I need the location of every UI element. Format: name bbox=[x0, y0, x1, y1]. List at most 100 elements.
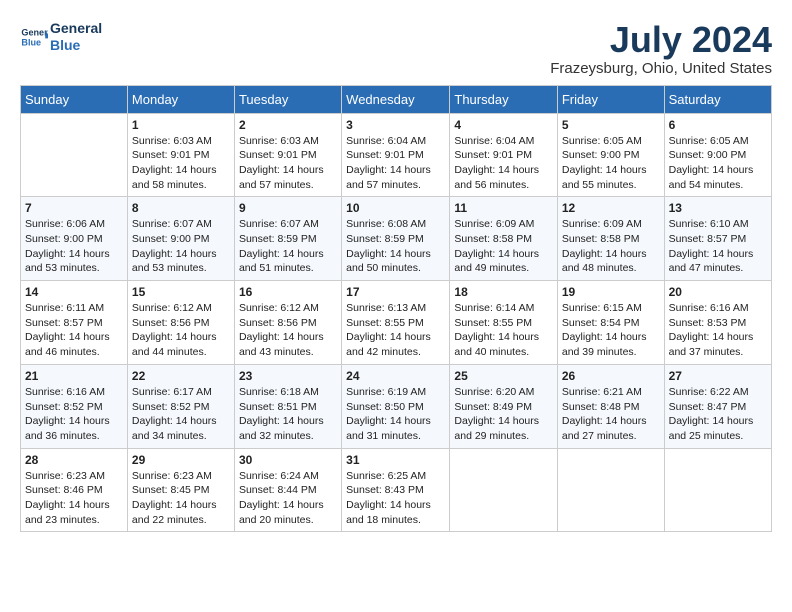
sunset-text: Sunset: 8:44 PM bbox=[239, 484, 317, 496]
calendar-day-header: Saturday bbox=[664, 85, 771, 113]
calendar-cell: 26 Sunrise: 6:21 AM Sunset: 8:48 PM Dayl… bbox=[557, 364, 664, 448]
day-info: Sunrise: 6:12 AM Sunset: 8:56 PM Dayligh… bbox=[239, 301, 337, 360]
calendar-day-header: Tuesday bbox=[234, 85, 341, 113]
calendar-cell: 10 Sunrise: 6:08 AM Sunset: 8:59 PM Dayl… bbox=[342, 197, 450, 281]
calendar-day-header: Wednesday bbox=[342, 85, 450, 113]
daylight-text: Daylight: 14 hours and 18 minutes. bbox=[346, 499, 431, 526]
calendar-cell: 14 Sunrise: 6:11 AM Sunset: 8:57 PM Dayl… bbox=[21, 281, 128, 365]
calendar-table: SundayMondayTuesdayWednesdayThursdayFrid… bbox=[20, 85, 772, 533]
calendar-cell: 4 Sunrise: 6:04 AM Sunset: 9:01 PM Dayli… bbox=[450, 113, 557, 197]
calendar-cell: 6 Sunrise: 6:05 AM Sunset: 9:00 PM Dayli… bbox=[664, 113, 771, 197]
sunrise-text: Sunrise: 6:18 AM bbox=[239, 386, 319, 398]
sunset-text: Sunset: 8:49 PM bbox=[454, 401, 532, 413]
calendar-cell: 13 Sunrise: 6:10 AM Sunset: 8:57 PM Dayl… bbox=[664, 197, 771, 281]
day-number: 16 bbox=[239, 285, 337, 299]
day-info: Sunrise: 6:20 AM Sunset: 8:49 PM Dayligh… bbox=[454, 385, 552, 444]
daylight-text: Daylight: 14 hours and 49 minutes. bbox=[454, 248, 539, 275]
sunset-text: Sunset: 8:52 PM bbox=[25, 401, 103, 413]
calendar-cell: 7 Sunrise: 6:06 AM Sunset: 9:00 PM Dayli… bbox=[21, 197, 128, 281]
day-info: Sunrise: 6:05 AM Sunset: 9:00 PM Dayligh… bbox=[669, 134, 767, 193]
calendar-cell: 8 Sunrise: 6:07 AM Sunset: 9:00 PM Dayli… bbox=[127, 197, 234, 281]
daylight-text: Daylight: 14 hours and 53 minutes. bbox=[132, 248, 217, 275]
calendar-week-row: 14 Sunrise: 6:11 AM Sunset: 8:57 PM Dayl… bbox=[21, 281, 772, 365]
daylight-text: Daylight: 14 hours and 22 minutes. bbox=[132, 499, 217, 526]
sunrise-text: Sunrise: 6:25 AM bbox=[346, 470, 426, 482]
day-info: Sunrise: 6:07 AM Sunset: 8:59 PM Dayligh… bbox=[239, 217, 337, 276]
sunset-text: Sunset: 8:47 PM bbox=[669, 401, 747, 413]
calendar-week-row: 7 Sunrise: 6:06 AM Sunset: 9:00 PM Dayli… bbox=[21, 197, 772, 281]
day-number: 21 bbox=[25, 369, 123, 383]
sunrise-text: Sunrise: 6:12 AM bbox=[239, 302, 319, 314]
sunset-text: Sunset: 8:58 PM bbox=[562, 233, 640, 245]
day-number: 14 bbox=[25, 285, 123, 299]
daylight-text: Daylight: 14 hours and 55 minutes. bbox=[562, 164, 647, 191]
day-number: 10 bbox=[346, 201, 445, 215]
day-info: Sunrise: 6:14 AM Sunset: 8:55 PM Dayligh… bbox=[454, 301, 552, 360]
daylight-text: Daylight: 14 hours and 43 minutes. bbox=[239, 331, 324, 358]
sunrise-text: Sunrise: 6:03 AM bbox=[239, 135, 319, 147]
sunset-text: Sunset: 9:00 PM bbox=[132, 233, 210, 245]
calendar-cell: 28 Sunrise: 6:23 AM Sunset: 8:46 PM Dayl… bbox=[21, 448, 128, 532]
sunrise-text: Sunrise: 6:24 AM bbox=[239, 470, 319, 482]
daylight-text: Daylight: 14 hours and 57 minutes. bbox=[346, 164, 431, 191]
sunrise-text: Sunrise: 6:23 AM bbox=[25, 470, 105, 482]
calendar-cell bbox=[21, 113, 128, 197]
day-info: Sunrise: 6:24 AM Sunset: 8:44 PM Dayligh… bbox=[239, 469, 337, 528]
sunset-text: Sunset: 9:01 PM bbox=[454, 149, 532, 161]
sunset-text: Sunset: 8:56 PM bbox=[132, 317, 210, 329]
day-info: Sunrise: 6:07 AM Sunset: 9:00 PM Dayligh… bbox=[132, 217, 230, 276]
sunrise-text: Sunrise: 6:17 AM bbox=[132, 386, 212, 398]
daylight-text: Daylight: 14 hours and 50 minutes. bbox=[346, 248, 431, 275]
sunrise-text: Sunrise: 6:07 AM bbox=[239, 218, 319, 230]
day-number: 31 bbox=[346, 453, 445, 467]
daylight-text: Daylight: 14 hours and 48 minutes. bbox=[562, 248, 647, 275]
calendar-cell: 16 Sunrise: 6:12 AM Sunset: 8:56 PM Dayl… bbox=[234, 281, 341, 365]
sunrise-text: Sunrise: 6:09 AM bbox=[454, 218, 534, 230]
day-info: Sunrise: 6:04 AM Sunset: 9:01 PM Dayligh… bbox=[346, 134, 445, 193]
calendar-cell bbox=[664, 448, 771, 532]
sunset-text: Sunset: 8:43 PM bbox=[346, 484, 424, 496]
day-number: 26 bbox=[562, 369, 660, 383]
daylight-text: Daylight: 14 hours and 31 minutes. bbox=[346, 415, 431, 442]
day-number: 2 bbox=[239, 118, 337, 132]
day-info: Sunrise: 6:05 AM Sunset: 9:00 PM Dayligh… bbox=[562, 134, 660, 193]
daylight-text: Daylight: 14 hours and 44 minutes. bbox=[132, 331, 217, 358]
sunrise-text: Sunrise: 6:08 AM bbox=[346, 218, 426, 230]
calendar-cell: 29 Sunrise: 6:23 AM Sunset: 8:45 PM Dayl… bbox=[127, 448, 234, 532]
day-info: Sunrise: 6:06 AM Sunset: 9:00 PM Dayligh… bbox=[25, 217, 123, 276]
daylight-text: Daylight: 14 hours and 20 minutes. bbox=[239, 499, 324, 526]
daylight-text: Daylight: 14 hours and 40 minutes. bbox=[454, 331, 539, 358]
calendar-day-header: Monday bbox=[127, 85, 234, 113]
sunset-text: Sunset: 8:48 PM bbox=[562, 401, 640, 413]
calendar-cell: 19 Sunrise: 6:15 AM Sunset: 8:54 PM Dayl… bbox=[557, 281, 664, 365]
sunset-text: Sunset: 8:57 PM bbox=[669, 233, 747, 245]
day-number: 18 bbox=[454, 285, 552, 299]
sunrise-text: Sunrise: 6:13 AM bbox=[346, 302, 426, 314]
calendar-cell: 11 Sunrise: 6:09 AM Sunset: 8:58 PM Dayl… bbox=[450, 197, 557, 281]
day-number: 15 bbox=[132, 285, 230, 299]
daylight-text: Daylight: 14 hours and 56 minutes. bbox=[454, 164, 539, 191]
day-number: 19 bbox=[562, 285, 660, 299]
daylight-text: Daylight: 14 hours and 57 minutes. bbox=[239, 164, 324, 191]
calendar-cell: 24 Sunrise: 6:19 AM Sunset: 8:50 PM Dayl… bbox=[342, 364, 450, 448]
calendar-header-row: SundayMondayTuesdayWednesdayThursdayFrid… bbox=[21, 85, 772, 113]
logo-icon: General Blue bbox=[20, 23, 48, 51]
calendar-cell: 15 Sunrise: 6:12 AM Sunset: 8:56 PM Dayl… bbox=[127, 281, 234, 365]
day-info: Sunrise: 6:10 AM Sunset: 8:57 PM Dayligh… bbox=[669, 217, 767, 276]
day-number: 11 bbox=[454, 201, 552, 215]
calendar-cell: 5 Sunrise: 6:05 AM Sunset: 9:00 PM Dayli… bbox=[557, 113, 664, 197]
sunrise-text: Sunrise: 6:21 AM bbox=[562, 386, 642, 398]
daylight-text: Daylight: 14 hours and 42 minutes. bbox=[346, 331, 431, 358]
sunset-text: Sunset: 8:59 PM bbox=[239, 233, 317, 245]
sunrise-text: Sunrise: 6:14 AM bbox=[454, 302, 534, 314]
day-info: Sunrise: 6:15 AM Sunset: 8:54 PM Dayligh… bbox=[562, 301, 660, 360]
sunset-text: Sunset: 8:55 PM bbox=[346, 317, 424, 329]
daylight-text: Daylight: 14 hours and 53 minutes. bbox=[25, 248, 110, 275]
day-number: 7 bbox=[25, 201, 123, 215]
sunset-text: Sunset: 8:56 PM bbox=[239, 317, 317, 329]
day-number: 1 bbox=[132, 118, 230, 132]
day-info: Sunrise: 6:22 AM Sunset: 8:47 PM Dayligh… bbox=[669, 385, 767, 444]
day-number: 5 bbox=[562, 118, 660, 132]
month-year-title: July 2024 bbox=[550, 20, 772, 60]
day-number: 4 bbox=[454, 118, 552, 132]
